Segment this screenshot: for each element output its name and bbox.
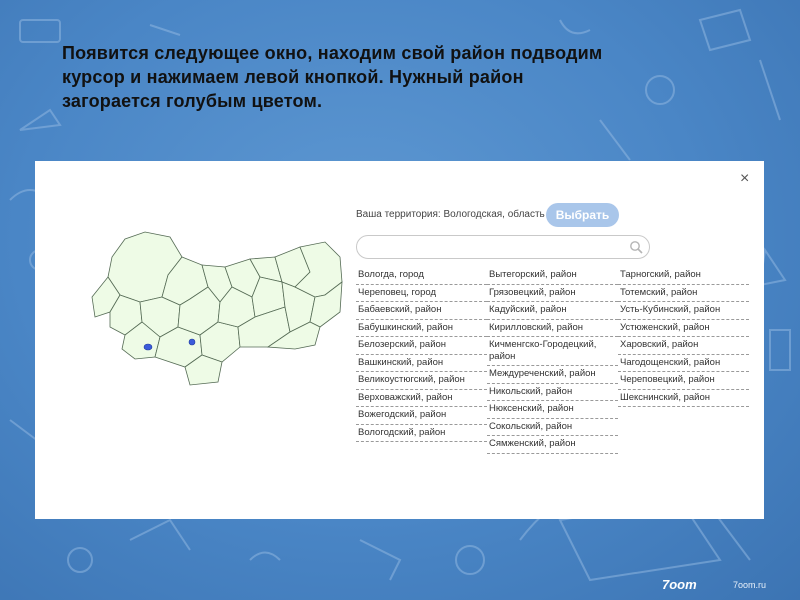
district-item[interactable]: Никольский, район — [487, 384, 618, 401]
district-item[interactable]: Тарногский, район — [618, 267, 749, 285]
region-map[interactable] — [90, 227, 345, 387]
search-icon[interactable] — [629, 240, 643, 254]
district-column-3: Тарногский, район Тотемский, район Усть-… — [618, 267, 749, 407]
district-item[interactable]: Вожегодский, район — [356, 407, 487, 425]
district-item[interactable]: Усть-Кубинский, район — [618, 302, 749, 320]
district-item[interactable]: Кичменгско-Городецкий, район — [487, 337, 618, 366]
district-column-2: Вытегорский, район Грязовецкий, район Ка… — [487, 267, 618, 454]
brand-logo: 7oom — [662, 577, 697, 592]
territory-dialog: × Ваша территория: Вологодская, область … — [35, 161, 764, 519]
district-item[interactable]: Чагодощенский, район — [618, 355, 749, 372]
map-highlight-district — [188, 338, 196, 346]
territory-label: Ваша территория: Вологодская, область — [356, 209, 545, 220]
district-item[interactable]: Сокольский, район — [487, 419, 618, 436]
district-item[interactable]: Белозерский, район — [356, 337, 487, 355]
district-item[interactable]: Шекснинский, район — [618, 390, 749, 407]
district-item[interactable]: Бабаевский, район — [356, 302, 487, 320]
district-item[interactable]: Вологда, город — [356, 267, 487, 285]
map-highlight-district — [143, 343, 153, 351]
district-item[interactable]: Харовский, район — [618, 337, 749, 355]
district-item[interactable]: Вологодский, район — [356, 425, 487, 442]
district-item[interactable]: Вытегорский, район — [487, 267, 618, 285]
district-item[interactable]: Междуреченский, район — [487, 366, 618, 384]
brand-url: 7oom.ru — [733, 580, 767, 590]
select-button[interactable]: Выбрать — [546, 203, 619, 227]
district-item[interactable]: Сямженский, район — [487, 436, 618, 454]
district-item[interactable]: Устюженский, район — [618, 320, 749, 337]
district-item[interactable]: Кирилловский, район — [487, 320, 618, 337]
district-item[interactable]: Верховажский, район — [356, 390, 487, 407]
district-column-1: Вологда, город Череповец, город Бабаевск… — [356, 267, 487, 442]
district-item[interactable]: Тотемский, район — [618, 285, 749, 302]
district-item[interactable]: Нюксенский, район — [487, 401, 618, 419]
district-item[interactable]: Вашкинский, район — [356, 355, 487, 372]
slide-title: Появится следующее окно, находим свой ра… — [62, 43, 603, 111]
district-item[interactable]: Бабушкинский, район — [356, 320, 487, 337]
district-item[interactable]: Кадуйский, район — [487, 302, 618, 320]
district-item[interactable]: Великоустюгский, район — [356, 372, 487, 390]
district-item[interactable]: Череповец, город — [356, 285, 487, 302]
search-input[interactable] — [356, 235, 650, 259]
district-item[interactable]: Череповецкий, район — [618, 372, 749, 390]
close-icon[interactable]: × — [740, 171, 749, 187]
district-item[interactable]: Грязовецкий, район — [487, 285, 618, 302]
